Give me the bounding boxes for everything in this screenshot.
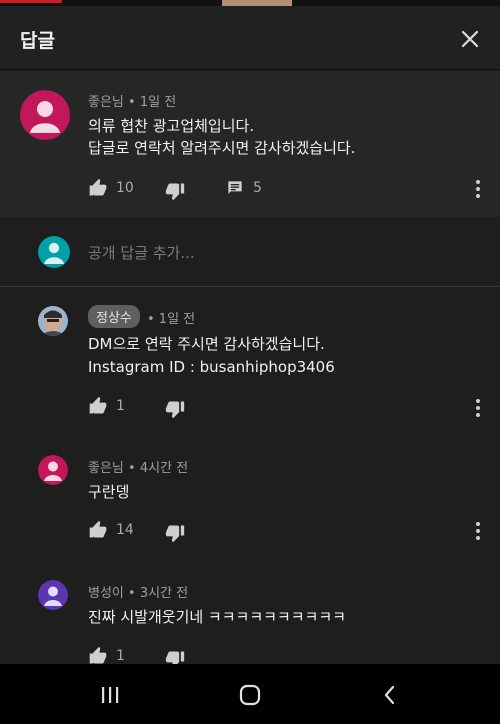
dislike-button[interactable] — [165, 523, 185, 543]
default-user-icon — [20, 90, 70, 140]
thumbs-down-icon — [165, 525, 185, 543]
comment-icon — [228, 181, 242, 194]
thumbs-up-icon — [89, 178, 107, 196]
like-button[interactable]: 1 — [88, 396, 125, 416]
more-vert-icon — [476, 522, 480, 540]
recent-apps-button[interactable] — [97, 682, 123, 708]
comment-time: • 1일 전 — [128, 95, 177, 110]
more-vert-icon — [476, 399, 480, 417]
user-photo-icon — [38, 306, 68, 336]
default-user-icon — [38, 455, 68, 485]
recent-apps-icon — [102, 687, 119, 703]
comment-time: • 1일 전 — [147, 312, 196, 327]
like-button[interactable]: 1 — [88, 646, 125, 666]
dislike-button[interactable] — [165, 181, 185, 201]
comment-text-line-1: 진짜 시발개웃기네 ㅋㅋㅋㅋㅋㅋㅋㅋㅋㅋ — [88, 608, 346, 626]
thumbs-up-icon — [89, 520, 107, 538]
thumbs-down-icon — [165, 401, 185, 419]
page-title: 답글 — [20, 30, 55, 52]
system-navigation-bar — [0, 664, 500, 724]
like-count: 10 — [116, 180, 134, 196]
back-arrow-icon — [384, 685, 395, 705]
comment-text-line-2: 답글로 연락처 알려주시면 감사하겠습니다. — [88, 139, 356, 157]
avatar[interactable] — [38, 580, 68, 610]
like-count: 14 — [116, 522, 134, 538]
comment-author[interactable]: 병성이 — [88, 586, 124, 601]
default-user-icon — [38, 236, 70, 268]
comment-meta: 병성이 • 3시간 전 — [88, 582, 188, 601]
video-progress-bar — [0, 0, 62, 3]
reply-count-button[interactable]: 5 — [225, 178, 262, 198]
comment-menu-button[interactable] — [471, 177, 485, 201]
like-count: 1 — [116, 398, 125, 414]
avatar[interactable] — [20, 90, 70, 140]
add-reply-row: 공개 답글 추가... — [0, 218, 500, 286]
thumbs-up-icon — [89, 646, 107, 664]
close-icon — [461, 30, 479, 48]
reply-count: 5 — [253, 180, 262, 196]
comment-meta: 좋은님 • 1일 전 — [88, 91, 176, 110]
home-button[interactable] — [237, 682, 263, 708]
comment-menu-button[interactable] — [471, 396, 485, 420]
comment-text-line-2: Instagram ID : busanhiphop3406 — [88, 358, 335, 376]
comment-time: • 4시간 전 — [128, 461, 189, 476]
like-button[interactable]: 10 — [88, 178, 134, 198]
avatar[interactable] — [38, 306, 68, 336]
thumbs-down-icon — [165, 183, 185, 201]
parent-comment: 좋은님 • 1일 전 의류 협찬 광고업체입니다. 답글로 연락처 알려주시면 … — [0, 71, 500, 217]
like-button[interactable]: 14 — [88, 520, 134, 540]
current-user-avatar — [38, 236, 70, 268]
like-count: 1 — [116, 648, 125, 664]
home-icon — [239, 684, 261, 706]
comment-meta: 좋은님 • 4시간 전 — [88, 457, 188, 476]
more-vert-icon — [476, 180, 480, 198]
comment-text-line-1: 구란뎅 — [88, 483, 130, 501]
dislike-button[interactable] — [165, 399, 185, 419]
divider — [0, 286, 500, 287]
comment-author[interactable]: 좋은님 — [88, 461, 124, 476]
back-button[interactable] — [377, 682, 403, 708]
comment-text-line-1: DM으로 연락 주시면 감사하겠습니다. — [88, 335, 325, 353]
replies-header: 답글 — [0, 6, 500, 70]
comment-menu-button[interactable] — [471, 519, 485, 543]
thumbs-up-icon — [89, 396, 107, 414]
author-chip[interactable]: 정상수 — [88, 305, 140, 328]
add-reply-input[interactable]: 공개 답글 추가... — [88, 242, 195, 263]
avatar[interactable] — [38, 455, 68, 485]
comment-author[interactable]: 좋은님 — [88, 95, 124, 110]
comment-text-line-1: 의류 협찬 광고업체입니다. — [88, 117, 255, 135]
comment-time: • 3시간 전 — [128, 586, 189, 601]
close-button[interactable] — [454, 23, 486, 55]
default-user-icon — [38, 580, 68, 610]
